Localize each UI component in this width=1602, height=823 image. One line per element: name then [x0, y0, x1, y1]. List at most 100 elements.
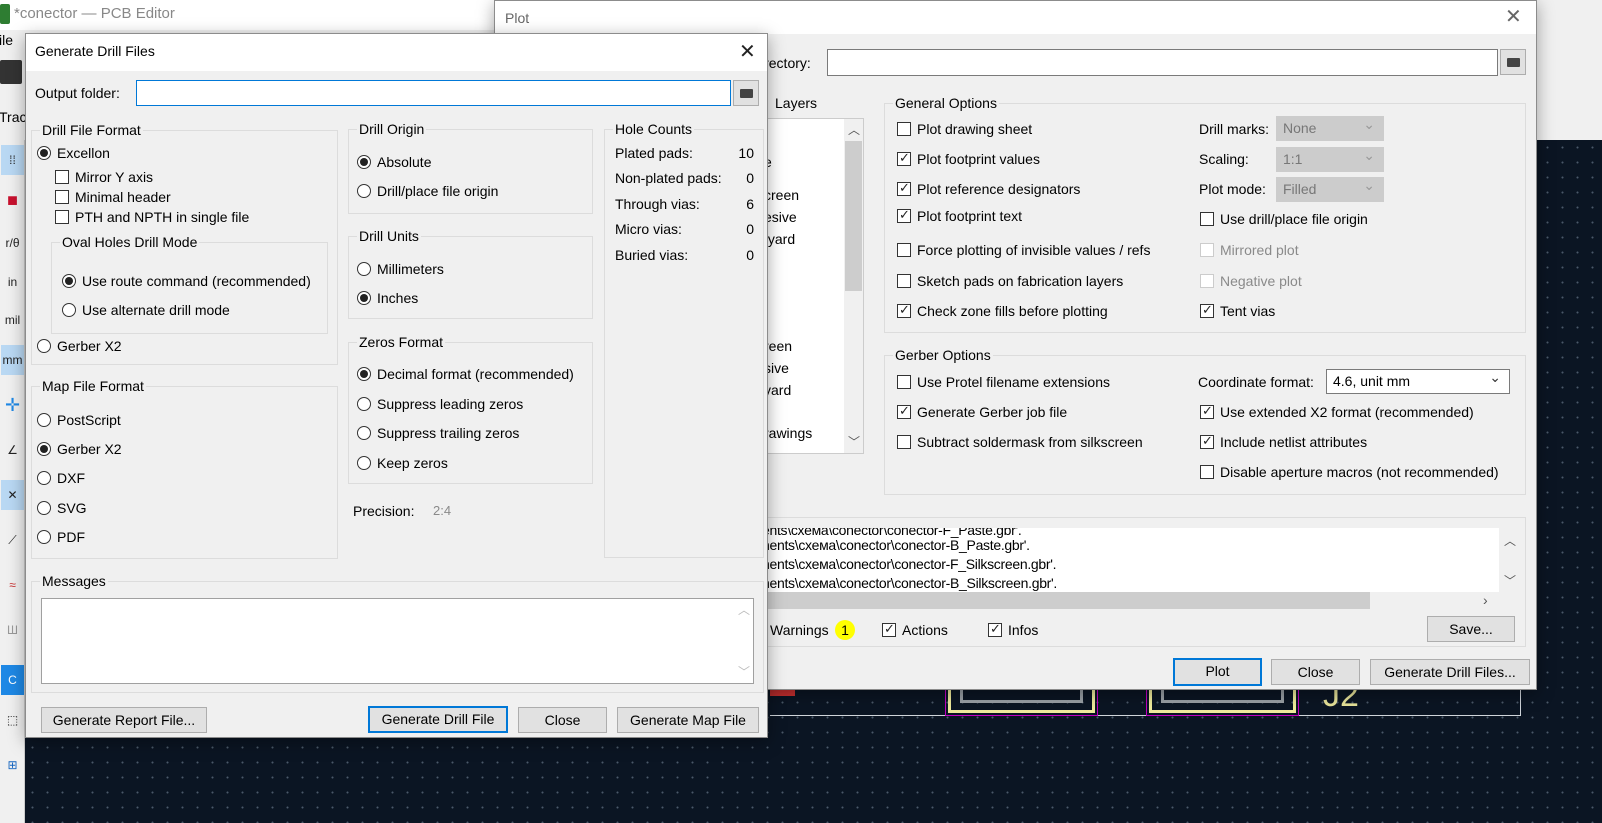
polar-coords-icon[interactable]: r/θ [1, 228, 24, 258]
map-pdf-radio[interactable]: PDF [37, 528, 85, 546]
save-messages-button[interactable]: Save... [1427, 616, 1515, 642]
scroll-down-icon[interactable]: ﹀ [1504, 572, 1516, 589]
checkbox-indicator[interactable] [1200, 302, 1214, 318]
checkbox-indicator[interactable] [882, 621, 896, 637]
millimeters-radio[interactable]: Millimeters [357, 260, 444, 278]
scroll-up-icon[interactable]: ︿ [1504, 532, 1516, 549]
drill-marks-select[interactable]: None [1276, 113, 1384, 141]
output-directory-input[interactable] [827, 49, 1498, 76]
checkbox-indicator[interactable] [1200, 465, 1214, 479]
radio-indicator[interactable] [37, 471, 51, 485]
menu-file[interactable]: ile [0, 32, 13, 48]
plot-footprint-values-checkbox[interactable]: Plot footprint values [897, 150, 1040, 168]
keep-zeros-radio[interactable]: Keep zeros [357, 454, 448, 472]
radio-indicator[interactable] [357, 367, 371, 381]
map-postscript-radio[interactable]: PostScript [37, 411, 121, 429]
radio-indicator[interactable] [357, 291, 371, 305]
checkbox-indicator[interactable] [897, 375, 911, 389]
checkbox-indicator[interactable] [1200, 433, 1214, 449]
radio-indicator[interactable] [357, 456, 371, 470]
checkbox-indicator[interactable] [897, 180, 911, 196]
checkbox-indicator[interactable] [897, 403, 911, 419]
checkbox-indicator[interactable] [1200, 243, 1214, 257]
checkbox-indicator[interactable] [897, 207, 911, 223]
layer-item[interactable]: yard [764, 381, 791, 399]
scroll-right-icon[interactable]: › [1483, 592, 1488, 608]
cursor-icon[interactable]: ✛ [1, 390, 24, 420]
check-zone-fills-checkbox[interactable]: Check zone fills before plotting [897, 302, 1108, 320]
scroll-up-icon[interactable]: ︿ [738, 601, 750, 618]
generate-drill-files-button[interactable]: Generate Drill Files... [1370, 659, 1530, 685]
inches-radio[interactable]: Inches [357, 289, 418, 307]
actions-filter-checkbox[interactable]: Actions [882, 621, 948, 639]
close-button[interactable]: Close [1271, 659, 1360, 685]
plot-reference-designators-checkbox[interactable]: Plot reference designators [897, 180, 1080, 198]
selection-icon[interactable]: ⬚ [1, 705, 24, 735]
tracks-icon[interactable]: ≈ [1, 570, 24, 600]
messages-scrollbar[interactable]: ︿ ﹀ [734, 599, 753, 683]
scroll-up-icon[interactable]: ︿ [848, 121, 860, 138]
mirrored-plot-checkbox[interactable]: Mirrored plot [1200, 241, 1299, 259]
checkbox-indicator[interactable] [55, 190, 69, 204]
unit-inches-button[interactable]: in [1, 267, 24, 297]
plot-footprint-text-checkbox[interactable]: Plot footprint text [897, 207, 1022, 225]
coordinate-format-select[interactable]: 4.6, unit mm [1326, 366, 1510, 394]
messages-vscroll[interactable]: ︿ ﹀ [1499, 528, 1521, 592]
grid-icon[interactable]: ⁞⁞ [1, 145, 24, 175]
minimal-header-checkbox[interactable]: Minimal header [55, 188, 171, 206]
suppress-trailing-radio[interactable]: Suppress trailing zeros [357, 424, 519, 442]
folder-browse-button[interactable] [1500, 49, 1526, 75]
checkbox-indicator[interactable] [55, 170, 69, 184]
gerber-job-file-checkbox[interactable]: Generate Gerber job file [897, 403, 1067, 421]
layer-item[interactable]: rawings [764, 424, 812, 442]
scroll-down-icon[interactable]: ﹀ [738, 663, 750, 680]
lock-icon[interactable]: ■ [1, 185, 24, 215]
layers-scrollbar[interactable]: ︿ ﹀ [844, 119, 863, 453]
infos-filter-checkbox[interactable]: Infos [988, 621, 1038, 639]
unit-mm-button[interactable]: mm [1, 345, 24, 375]
close-icon[interactable]: ✕ [1505, 7, 1522, 27]
checkbox-indicator[interactable] [897, 302, 911, 318]
folder-browse-button[interactable] [733, 80, 759, 106]
radio-indicator[interactable] [357, 262, 371, 276]
checkbox-indicator[interactable] [897, 243, 911, 257]
tent-vias-checkbox[interactable]: Tent vias [1200, 302, 1275, 320]
map-dxf-radio[interactable]: DXF [37, 469, 85, 487]
radio-indicator[interactable] [37, 146, 51, 160]
angle-icon[interactable]: ∠ [1, 435, 24, 465]
map-svg-radio[interactable]: SVG [37, 499, 87, 517]
generate-report-file-button[interactable]: Generate Report File... [41, 707, 207, 733]
layer-item[interactable]: tyard [764, 230, 795, 248]
checkbox-indicator[interactable] [1200, 403, 1214, 419]
radio-indicator[interactable] [357, 184, 371, 198]
radio-indicator[interactable] [357, 155, 371, 169]
close-icon[interactable]: ✕ [739, 42, 756, 62]
checkbox-indicator[interactable] [1200, 212, 1214, 226]
plot-mode-select[interactable]: Filled [1276, 174, 1384, 202]
layer-item[interactable]: esive [764, 208, 797, 226]
net-inspector-icon[interactable]: ⊞ [1, 750, 24, 780]
unit-mils-button[interactable]: mil [1, 305, 24, 335]
drill-place-origin-radio[interactable]: Drill/place file origin [357, 182, 498, 200]
close-button[interactable]: Close [518, 707, 607, 733]
radio-indicator[interactable] [37, 442, 51, 456]
excellon-radio[interactable]: Excellon [37, 144, 110, 162]
layer-item[interactable]: creen [764, 186, 799, 204]
pth-npth-single-checkbox[interactable]: PTH and NPTH in single file [55, 208, 249, 226]
subtract-soldermask-checkbox[interactable]: Subtract soldermask from silkscreen [897, 433, 1143, 451]
radio-indicator[interactable] [37, 339, 51, 353]
extended-x2-checkbox[interactable]: Use extended X2 format (recommended) [1200, 403, 1474, 421]
checkbox-indicator[interactable] [897, 150, 911, 166]
scaling-select[interactable]: 1:1 [1276, 144, 1384, 172]
force-invisible-checkbox[interactable]: Force plotting of invisible values / ref… [897, 241, 1150, 259]
absolute-origin-radio[interactable]: Absolute [357, 153, 431, 171]
checkbox-indicator[interactable] [897, 274, 911, 288]
generate-map-file-button[interactable]: Generate Map File [617, 707, 759, 733]
layer-item[interactable]: reen [764, 337, 792, 355]
radio-indicator[interactable] [357, 426, 371, 440]
suppress-leading-radio[interactable]: Suppress leading zeros [357, 395, 523, 413]
mirror-y-checkbox[interactable]: Mirror Y axis [55, 168, 153, 186]
scroll-thumb[interactable] [845, 141, 862, 291]
plot-button[interactable]: Plot [1173, 658, 1262, 686]
radio-indicator[interactable] [62, 303, 76, 317]
